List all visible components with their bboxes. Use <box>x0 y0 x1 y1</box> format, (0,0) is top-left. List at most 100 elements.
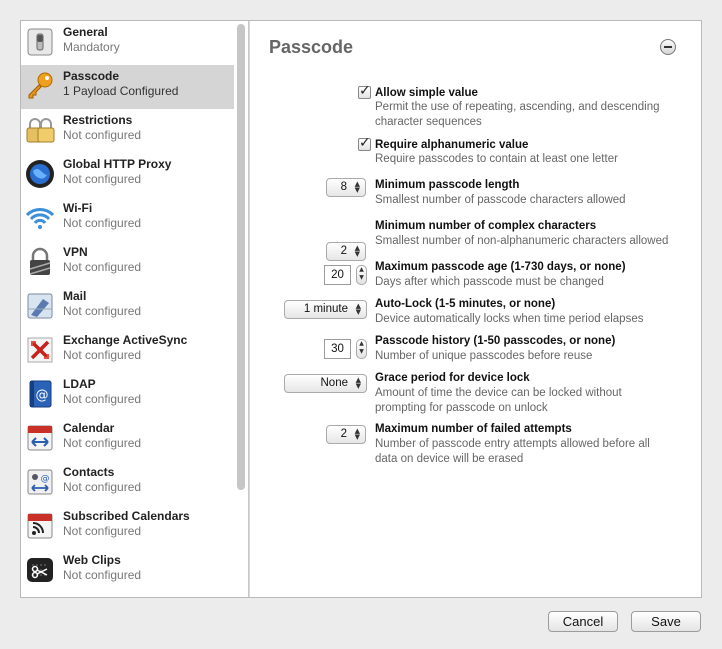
sidebar-item-title: Calendar <box>63 421 115 435</box>
setting-title: Grace period for device lock <box>375 372 530 384</box>
sidebar-item-title: Global HTTP Proxy <box>63 157 172 171</box>
payload-window: General Mandatory Passcode 1 Payload Con… <box>20 20 702 598</box>
vpn-lock-icon <box>25 247 55 277</box>
setting-title: Allow simple value <box>375 87 478 99</box>
sidebar-item-web-clips[interactable]: Web Clips Not configured <box>21 549 234 593</box>
sidebar-item-title: Wi-Fi <box>63 201 93 215</box>
failed-attempts-popup[interactable]: 2 ▲ ▼ <box>326 425 366 444</box>
sidebar-item-status: Not configured <box>63 568 142 582</box>
mail-icon <box>25 291 55 321</box>
save-button[interactable]: Save <box>631 611 701 632</box>
popup-value: 2 <box>340 245 347 257</box>
sidebar-item-contacts[interactable]: @ Contacts Not configured <box>21 461 234 505</box>
setting-description: Smallest number of passcode characters a… <box>375 194 626 206</box>
min-complex-popup[interactable]: 2 ▲ ▼ <box>326 242 366 261</box>
setting-title: Maximum passcode age (1-730 days, or non… <box>375 261 626 273</box>
sidebar-item-title: VPN <box>63 245 88 259</box>
payload-sidebar: General Mandatory Passcode 1 Payload Con… <box>21 21 248 597</box>
padlocks-icon <box>25 115 55 145</box>
web-clip-icon <box>25 555 55 585</box>
sidebar-item-title: LDAP <box>63 377 96 391</box>
setting-description: Device automatically locks when time per… <box>375 313 644 325</box>
setting-description: Number of passcode entry attempts allowe… <box>375 438 650 465</box>
svg-text:@: @ <box>36 388 49 403</box>
popup-value: None <box>320 377 349 389</box>
allow-simple-checkbox[interactable]: ✓ <box>358 83 371 99</box>
checkmark-icon: ✓ <box>359 83 371 99</box>
setting-title: Auto-Lock (1-5 minutes, or none) <box>375 298 556 310</box>
setting-description: Permit the use of repeating, ascending, … <box>375 101 660 128</box>
sidebar-item-status: Not configured <box>63 480 142 494</box>
contacts-icon: @ <box>25 467 55 497</box>
remove-payload-button[interactable] <box>660 39 676 55</box>
sidebar-item-title: Exchange ActiveSync <box>63 333 188 347</box>
setting-description: Days after which passcode must be change… <box>375 276 604 288</box>
scrollbar-thumb[interactable] <box>237 24 245 490</box>
popup-arrows-icon: ▲ ▼ <box>355 376 361 390</box>
sidebar-item-title: Subscribed Calendars <box>63 509 190 523</box>
sidebar-item-title: Restrictions <box>63 113 133 127</box>
max-age-stepper[interactable]: ▲ ▼ <box>356 265 367 285</box>
sidebar-item-restrictions[interactable]: Restrictions Not configured <box>21 109 234 153</box>
sidebar-item-status: Not configured <box>63 304 142 318</box>
sidebar-item-global-http-proxy[interactable]: Global HTTP Proxy Not configured <box>21 153 234 197</box>
popup-arrows-icon: ▲ ▼ <box>355 302 361 316</box>
require-alphanumeric-checkbox[interactable]: ✓ <box>358 135 371 151</box>
sidebar-item-status: Not configured <box>63 436 142 450</box>
popup-value: 2 <box>340 428 347 440</box>
sidebar-item-exchange-activesync[interactable]: Exchange ActiveSync Not configured <box>21 329 234 373</box>
sidebar-item-status: Mandatory <box>63 40 120 54</box>
sidebar-item-wifi[interactable]: Wi-Fi Not configured <box>21 197 234 241</box>
calendar-icon <box>25 423 55 453</box>
max-age-field[interactable]: 20 <box>324 265 351 285</box>
sidebar-item-title: Mail <box>63 289 87 303</box>
svg-text:@: @ <box>41 474 50 484</box>
sidebar-item-calendar[interactable]: Calendar Not configured <box>21 417 234 461</box>
sidebar-item-passcode[interactable]: Passcode 1 Payload Configured <box>21 65 234 109</box>
sidebar-item-status: Not configured <box>63 216 142 230</box>
sidebar-item-ldap[interactable]: @ LDAP Not configured <box>21 373 234 417</box>
sidebar-item-status: Not configured <box>63 260 142 274</box>
sidebar-item-title: Contacts <box>63 465 115 479</box>
popup-value: 1 minute <box>303 303 348 315</box>
popup-arrows-icon: ▲ ▼ <box>354 180 360 194</box>
sidebar-item-subscribed-calendars[interactable]: Subscribed Calendars Not configured <box>21 505 234 549</box>
sidebar-scrollbar[interactable] <box>234 21 248 597</box>
sidebar-item-general[interactable]: General Mandatory <box>21 21 234 65</box>
exchange-icon <box>25 335 55 365</box>
sidebar-item-title: Web Clips <box>63 553 121 567</box>
auto-lock-popup[interactable]: 1 minute ▲ ▼ <box>284 300 367 319</box>
switch-icon <box>25 27 55 57</box>
sidebar-item-status: Not configured <box>63 172 142 186</box>
page-title: Passcode <box>269 37 354 57</box>
key-icon <box>25 71 55 101</box>
sidebar-item-status: Not configured <box>63 128 142 142</box>
ldap-book-icon: @ <box>25 379 55 409</box>
min-length-popup[interactable]: 8 ▲ ▼ <box>326 178 366 197</box>
sidebar-item-status: Not configured <box>63 524 142 538</box>
grace-period-popup[interactable]: None ▲ ▼ <box>284 374 367 393</box>
setting-description: Smallest number of non-alphanumeric char… <box>375 235 669 247</box>
sidebar-item-status: Not configured <box>63 392 142 406</box>
sidebar-item-vpn[interactable]: VPN Not configured <box>21 241 234 285</box>
setting-description: Number of unique passcodes before reuse <box>375 350 593 362</box>
passcode-panel: Passcode ✓ Allow simple value Permit the… <box>250 21 701 597</box>
sidebar-item-status: 1 Payload Configured <box>63 84 179 98</box>
setting-description: Amount of time the device can be locked … <box>375 387 622 414</box>
history-field[interactable]: 30 <box>324 339 351 359</box>
setting-title: Minimum number of complex characters <box>375 220 597 232</box>
popup-value: 8 <box>340 181 347 193</box>
setting-title: Maximum number of failed attempts <box>375 423 572 435</box>
setting-description: Require passcodes to contain at least on… <box>375 153 618 165</box>
setting-title: Passcode history (1-50 passcodes, or non… <box>375 335 616 347</box>
subscribed-calendar-icon <box>25 511 55 541</box>
popup-arrows-icon: ▲ ▼ <box>354 427 360 441</box>
setting-title: Require alphanumeric value <box>375 139 529 151</box>
wifi-icon <box>25 203 55 233</box>
history-stepper[interactable]: ▲ ▼ <box>356 339 367 359</box>
sidebar-item-title: Passcode <box>63 69 120 83</box>
checkmark-icon: ✓ <box>359 135 371 151</box>
cancel-button[interactable]: Cancel <box>548 611 618 632</box>
popup-arrows-icon: ▲ ▼ <box>354 244 360 258</box>
sidebar-item-mail[interactable]: Mail Not configured <box>21 285 234 329</box>
